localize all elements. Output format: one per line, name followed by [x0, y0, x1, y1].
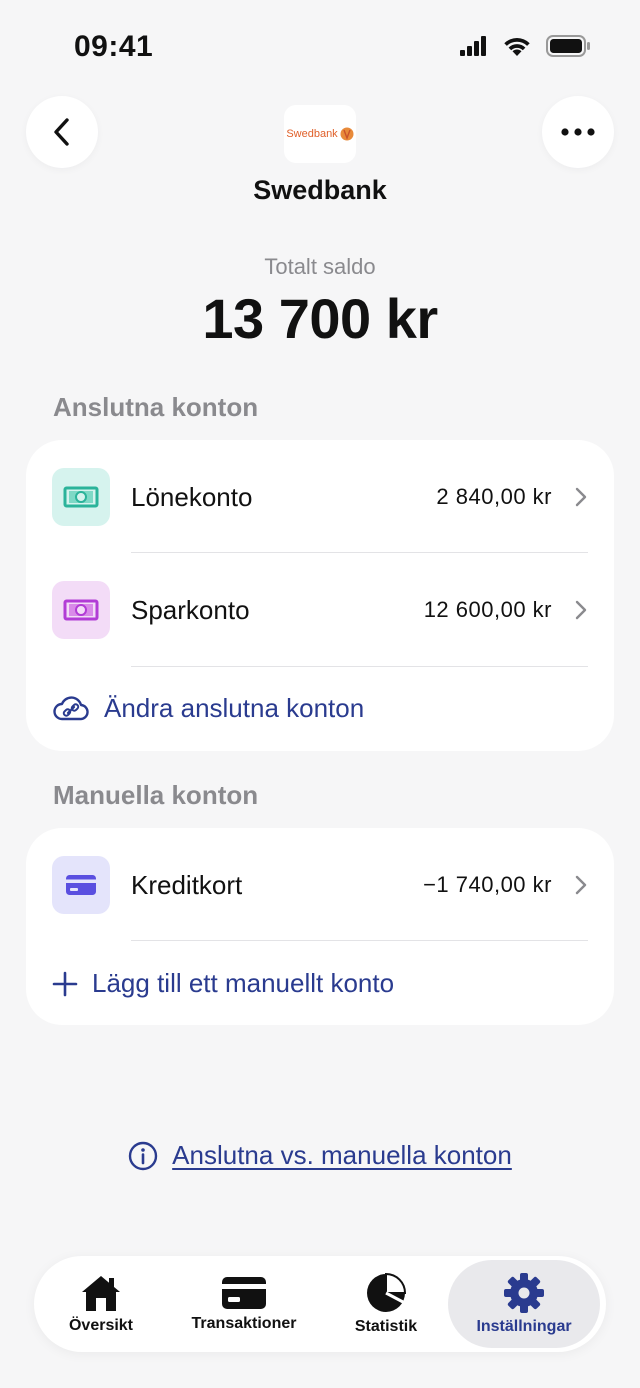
- account-amount: 2 840,00 kr: [436, 484, 552, 509]
- edit-connected-accounts-label: Ändra anslutna konton: [104, 693, 365, 723]
- bank-logo-text: Swedbank: [286, 128, 338, 140]
- pie-chart-icon: [367, 1272, 407, 1312]
- gear-icon: [504, 1273, 544, 1313]
- account-name: Kreditkort: [131, 869, 243, 900]
- accounts-info-link-label: Anslutna vs. manuella konton: [172, 1140, 512, 1170]
- manual-accounts-card: Kreditkort −1 740,00 kr Lägg till ett ma…: [26, 828, 614, 1025]
- tab-statistik[interactable]: Statistik: [346, 1256, 426, 1352]
- chevron-right-icon: [575, 600, 587, 620]
- tab-label: Statistik: [354, 1318, 418, 1335]
- account-amount: 12 600,00 kr: [423, 597, 552, 622]
- account-row-lonekonto[interactable]: Lönekonto 2 840,00 kr: [26, 440, 614, 554]
- more-options-button[interactable]: [542, 96, 614, 168]
- balance-label: Totalt saldo: [264, 254, 376, 279]
- bank-logo: Swedbank: [284, 105, 356, 163]
- chevron-left-icon: [54, 118, 69, 146]
- plus-icon: [52, 971, 78, 996]
- tab-oversikt[interactable]: Översikt: [56, 1256, 146, 1352]
- back-button[interactable]: [26, 96, 98, 168]
- tab-bar: Översikt Transaktioner Statistik Inställ…: [34, 1256, 606, 1352]
- status-icons: [460, 35, 590, 57]
- connected-section-title: Anslutna konton: [53, 392, 259, 422]
- tab-label: Översikt: [68, 1317, 134, 1334]
- tab-installningar[interactable]: Inställningar: [448, 1260, 600, 1348]
- edit-connected-accounts-link[interactable]: Ändra anslutna konton: [52, 693, 364, 724]
- wifi-icon: [504, 38, 530, 56]
- info-icon: [128, 1141, 158, 1170]
- balance-value: 13 700 kr: [202, 287, 438, 350]
- banknote-icon: [52, 468, 110, 526]
- home-icon: [82, 1276, 120, 1311]
- battery-icon: [546, 35, 590, 57]
- tab-label: Inställningar: [476, 1318, 572, 1335]
- account-row-kreditkort[interactable]: Kreditkort −1 740,00 kr: [26, 828, 614, 942]
- connected-accounts-card: Lönekonto 2 840,00 kr Sparkonto 12 600,0…: [26, 440, 614, 751]
- account-row-sparkonto[interactable]: Sparkonto 12 600,00 kr: [26, 553, 614, 667]
- account-name: Sparkonto: [131, 594, 250, 625]
- signal-icon: [460, 36, 486, 56]
- bank-name: Swedbank: [253, 175, 387, 205]
- banknote-icon: [52, 581, 110, 639]
- accounts-info-link[interactable]: Anslutna vs. manuella konton: [0, 1140, 640, 1171]
- add-manual-account-label: Lägg till ett manuellt konto: [92, 968, 395, 998]
- ellipsis-icon: [561, 128, 595, 136]
- chevron-right-icon: [575, 487, 587, 507]
- manual-section-title: Manuella konton: [53, 780, 259, 810]
- credit-card-icon: [52, 856, 110, 914]
- oak-logo-icon: [340, 127, 354, 141]
- screen: 09:41 Swedbank Swedbank Totalt saldo 13 …: [0, 0, 640, 1388]
- add-manual-account-link[interactable]: Lägg till ett manuellt konto: [52, 968, 394, 999]
- tab-label: Transaktioner: [191, 1315, 297, 1332]
- tab-transaktioner[interactable]: Transaktioner: [184, 1256, 304, 1352]
- account-name: Lönekonto: [131, 481, 253, 512]
- divider: [131, 666, 588, 667]
- divider: [131, 940, 588, 941]
- status-time: 09:41: [74, 30, 154, 63]
- account-amount: −1 740,00 kr: [423, 872, 552, 897]
- card-icon: [222, 1277, 266, 1309]
- chevron-right-icon: [575, 875, 587, 895]
- cloud-link-icon: [53, 695, 89, 720]
